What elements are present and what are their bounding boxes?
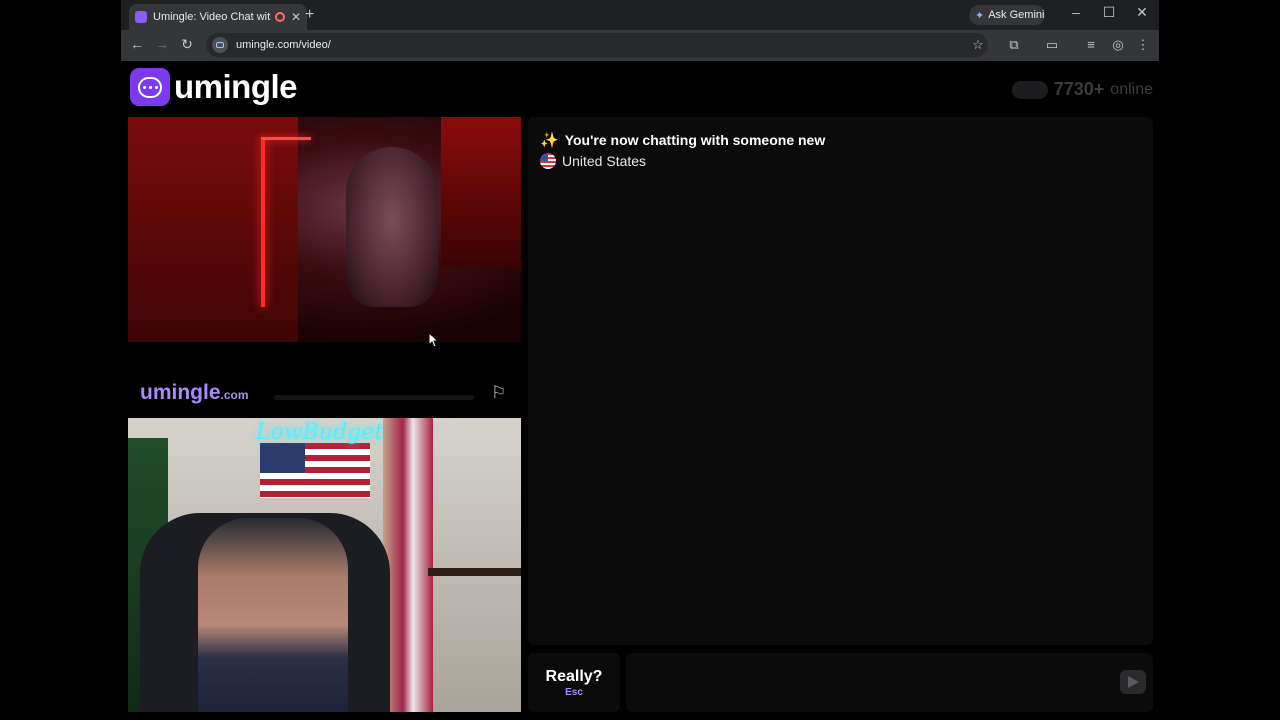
arrow-right-icon[interactable]: → (152, 36, 172, 52)
system-message-text: You're now chatting with someone new (564, 132, 826, 148)
brand-main: umingle (140, 381, 221, 404)
media-controls-icon[interactable]: ≡ (1082, 37, 1100, 52)
stop-button-label: Really? (545, 667, 603, 685)
tab-umingle[interactable]: Umingle: Video Chat with S ✕ (129, 4, 307, 30)
cast-icon[interactable]: ▭ (1043, 37, 1061, 53)
reload-icon[interactable]: ↻ (177, 36, 197, 53)
partner-country: United States (540, 153, 646, 169)
tab-close-icon[interactable]: ✕ (291, 10, 301, 24)
partner-country-text: United States (562, 153, 647, 169)
online-label: online (1110, 80, 1153, 98)
new-tab-button[interactable]: + (305, 6, 314, 24)
browser-toolbar: ← → ↻ ☆ ⧉ ▭ ≡ ◎ ⋮ (121, 30, 1159, 61)
connection-progress (274, 395, 474, 400)
gemini-sparkle-icon: ✦ (975, 9, 985, 22)
tab-title: Umingle: Video Chat with S (153, 11, 271, 23)
flag-icon[interactable]: ⚐ (491, 383, 506, 403)
minimize-icon[interactable]: – (1061, 4, 1091, 20)
message-input[interactable] (636, 671, 1106, 687)
send-icon[interactable] (1120, 670, 1146, 694)
tab-strip: Umingle: Video Chat with S ✕ + ✦ Ask Gem… (121, 0, 1159, 30)
recording-icon (274, 12, 285, 22)
site-logo[interactable]: umingle (130, 68, 298, 106)
online-indicator: 7730+ online (1011, 79, 1153, 100)
profile-icon[interactable]: ◎ (1109, 37, 1127, 53)
ask-gemini-button[interactable]: ✦ Ask Gemini (969, 5, 1045, 25)
self-video: LowBudgetRS (128, 418, 521, 712)
menu-kebab-icon[interactable]: ⋮ (1134, 37, 1152, 53)
system-message: ✨ You're now chatting with someone new (540, 131, 825, 149)
online-count: 7730+ (1053, 79, 1105, 99)
star-icon[interactable]: ☆ (969, 37, 987, 53)
arrow-left-icon[interactable]: ← (127, 36, 147, 52)
video-brand-watermark: umingle .com (140, 381, 249, 405)
address-bar[interactable] (206, 33, 988, 57)
umingle-page: umingle 7730+ online umingle .com ⚐ LowB… (121, 61, 1159, 720)
maximize-icon[interactable]: ☐ (1094, 4, 1124, 21)
brand-suffix: .com (220, 388, 249, 402)
stranger-video (128, 117, 521, 342)
stop-button[interactable]: Really? Esc (528, 653, 620, 712)
stop-button-hotkey: Esc (565, 686, 583, 698)
us-flag-icon (540, 153, 556, 169)
extensions-icon[interactable]: ⧉ (1005, 37, 1023, 53)
ask-gemini-label: Ask Gemini (988, 9, 1045, 21)
site-info-icon[interactable] (212, 37, 228, 53)
logo-text: umingle (174, 68, 298, 105)
sparkles-icon: ✨ (540, 132, 559, 149)
url-input[interactable] (236, 39, 836, 51)
umingle-favicon (135, 11, 147, 23)
message-box[interactable] (626, 653, 1153, 712)
browser-window: Umingle: Video Chat with S ✕ + ✦ Ask Gem… (121, 0, 1159, 720)
online-toggle (1011, 80, 1048, 99)
close-window-icon[interactable]: ✕ (1127, 4, 1157, 21)
chat-log: ✨ You're now chatting with someone new U… (528, 117, 1153, 645)
chat-bubble-icon (130, 68, 170, 106)
